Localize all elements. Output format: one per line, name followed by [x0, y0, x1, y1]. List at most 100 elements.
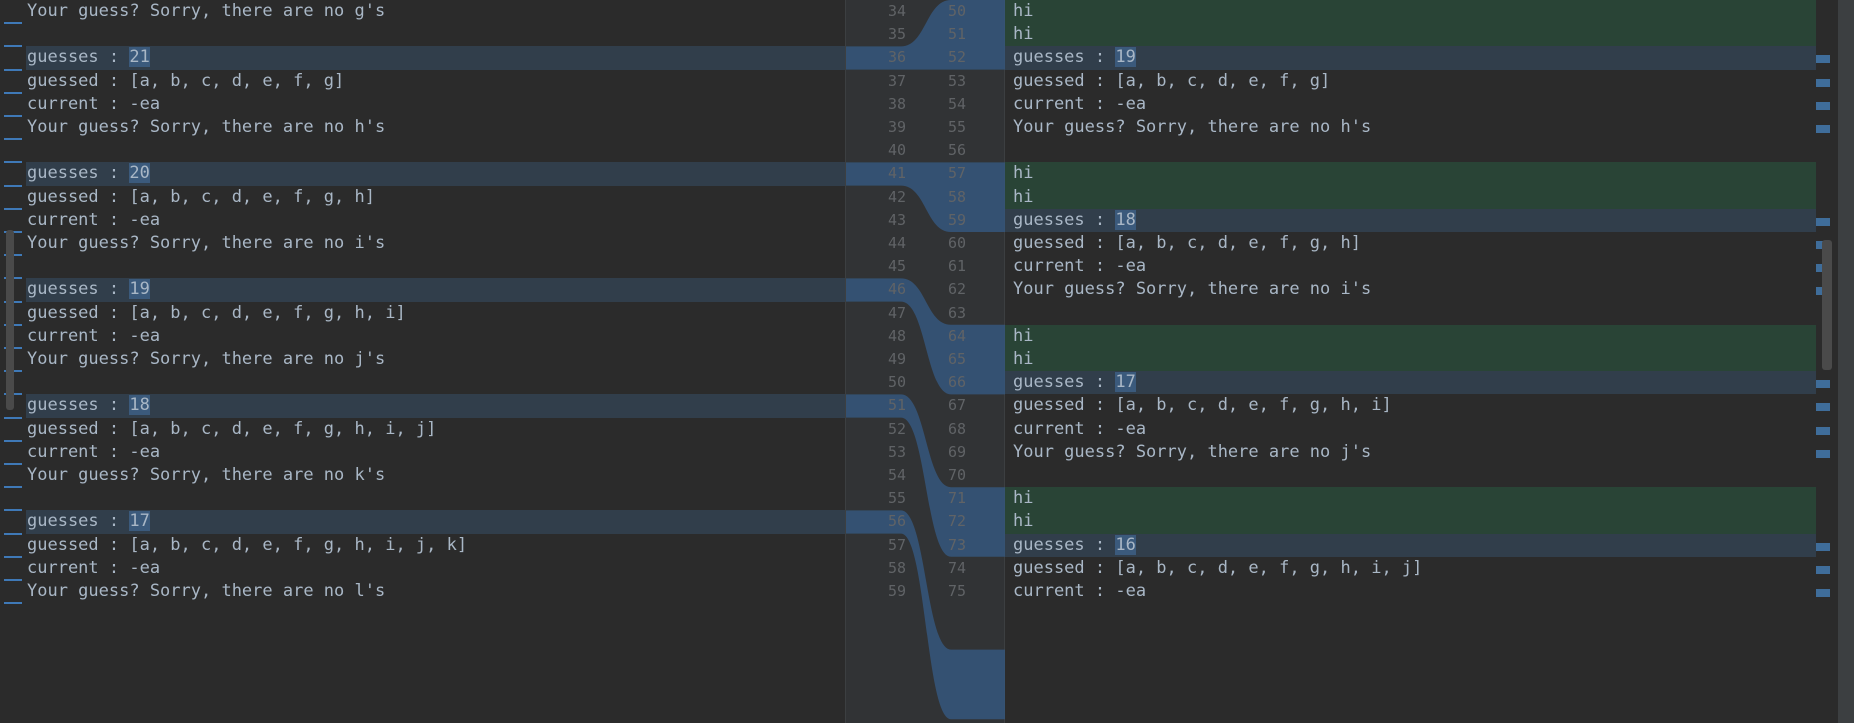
right-code-line[interactable]: guesses : 17	[1005, 371, 1816, 395]
line-text: Your guess? Sorry, there are no j's	[1013, 441, 1372, 462]
left-code-line[interactable]: guesses : 18	[26, 394, 845, 418]
left-line-number: 56	[887, 512, 906, 531]
right-code-line[interactable]: guessed : [a, b, c, d, e, f, g]	[1005, 70, 1816, 93]
left-editor-pane[interactable]: Your guess? Sorry, there are no g's guess…	[0, 0, 845, 723]
left-code-line[interactable]	[26, 487, 845, 510]
line-text: guesses :	[1013, 47, 1116, 68]
left-code-line[interactable]	[26, 23, 845, 46]
left-code-line[interactable]: guessed : [a, b, c, d, e, f, g]	[26, 70, 845, 93]
left-code-line[interactable]: current : -ea	[26, 441, 845, 464]
left-code-line[interactable]: Your guess? Sorry, there are no j's	[26, 348, 845, 371]
right-code-line[interactable]: guessed : [a, b, c, d, e, f, g, h, i, j]	[1005, 557, 1816, 580]
left-code-line[interactable]: current : -ea	[26, 209, 845, 232]
right-editor-pane[interactable]: hi hi guesses : 19 guessed : [a, b, c, d, e…	[1005, 0, 1816, 723]
left-code-line[interactable]: guessed : [a, b, c, d, e, f, g, h, i, j]	[26, 418, 845, 441]
right-code-lines[interactable]: hi hi guesses : 19 guessed : [a, b, c, d, e…	[1005, 0, 1816, 723]
line-text: guessed : [a, b, c, d, e, f, g, h, i, j]	[27, 418, 437, 439]
left-line-number: 35	[887, 25, 906, 44]
line-text: Your guess? Sorry, there are no l's	[27, 581, 386, 601]
right-code-line[interactable]: guessed : [a, b, c, d, e, f, g, h, i]	[1005, 394, 1816, 417]
left-code-line[interactable]: Your guess? Sorry, there are no l's	[26, 580, 845, 603]
right-code-line[interactable]	[1005, 302, 1816, 325]
right-line-number: 53	[947, 71, 966, 90]
left-code-line[interactable]: Your guess? Sorry, there are no k's	[26, 464, 845, 487]
changed-value: 19	[129, 279, 150, 300]
change-marker	[1816, 217, 1830, 226]
change-marker	[4, 161, 22, 164]
change-marker	[1816, 426, 1830, 435]
left-code-line[interactable]: guesses : 21	[26, 46, 845, 70]
line-text	[1005, 465, 1013, 485]
left-code-line[interactable]: guessed : [a, b, c, d, e, f, g, h]	[26, 186, 845, 209]
left-code-line[interactable]: current : -ea	[26, 93, 845, 116]
right-code-line[interactable]: hi	[1005, 0, 1816, 24]
left-line-number: 41	[887, 164, 906, 183]
change-marker	[1816, 589, 1830, 597]
right-code-line[interactable]: Your guess? Sorry, there are no j's	[1005, 441, 1816, 464]
change-marker	[1816, 125, 1830, 133]
left-code-line[interactable]: guesses : 19	[26, 278, 845, 302]
change-marker	[4, 509, 22, 512]
line-text: hi	[1013, 1, 1034, 21]
right-line-number: 52	[947, 48, 966, 67]
left-code-line[interactable]: current : -ea	[26, 325, 845, 348]
left-code-line[interactable]	[26, 371, 845, 394]
right-code-line[interactable]: current : -ea	[1005, 255, 1816, 278]
right-code-line[interactable]: hi	[1005, 348, 1816, 372]
left-code-line[interactable]: Your guess? Sorry, there are no h's	[26, 116, 845, 139]
right-code-line[interactable]: current : -ea	[1005, 418, 1816, 441]
changed-value: 18	[129, 395, 150, 416]
change-marker	[4, 45, 22, 48]
right-line-number: 69	[947, 442, 966, 461]
left-scrollbar-thumb[interactable]	[6, 230, 14, 410]
left-code-line[interactable]: guesses : 20	[26, 162, 845, 186]
right-code-line[interactable]: current : -ea	[1005, 580, 1816, 603]
left-line-number: 36	[887, 48, 906, 67]
right-code-line[interactable]: Your guess? Sorry, there are no h's	[1005, 116, 1816, 139]
change-marker	[4, 555, 22, 558]
line-text	[26, 140, 27, 160]
change-marker	[1816, 55, 1830, 64]
line-text: guesses :	[1013, 534, 1116, 555]
right-code-line[interactable]	[1005, 139, 1816, 162]
right-scrollbar-thumb[interactable]	[1822, 240, 1832, 370]
right-code-line[interactable]	[1005, 464, 1816, 487]
right-line-number: 61	[947, 257, 966, 276]
right-code-line[interactable]: current : -ea	[1005, 93, 1816, 116]
change-marker	[4, 115, 22, 117]
right-code-line[interactable]: hi	[1005, 185, 1816, 209]
line-text	[26, 488, 27, 508]
line-text: guessed : [a, b, c, d, e, f, g, h, i]	[1013, 395, 1392, 416]
left-code-line[interactable]: current : -ea	[26, 557, 845, 580]
left-code-line[interactable]	[26, 139, 845, 162]
left-code-line[interactable]: guessed : [a, b, c, d, e, f, g, h, i]	[26, 302, 845, 325]
right-code-line[interactable]: Your guess? Sorry, there are no i's	[1005, 278, 1816, 301]
right-code-line[interactable]: guesses : 19	[1005, 46, 1816, 70]
line-text: guessed : [a, b, c, d, e, f, g]	[1013, 70, 1331, 91]
right-code-line[interactable]: guessed : [a, b, c, d, e, f, g, h]	[1005, 232, 1816, 255]
left-line-number: 39	[887, 118, 906, 136]
right-code-line[interactable]: guesses : 18	[1005, 208, 1816, 232]
right-code-line[interactable]: hi	[1005, 23, 1816, 47]
left-code-line[interactable]: Your guess? Sorry, there are no i's	[26, 232, 845, 255]
right-line-number: 73	[947, 535, 966, 554]
line-text: hi	[1013, 488, 1034, 509]
right-code-line[interactable]: hi	[1005, 162, 1816, 186]
left-code-line[interactable]: Your guess? Sorry, there are no g's	[26, 0, 845, 23]
left-line-number: 51	[887, 396, 906, 415]
right-code-line[interactable]: hi	[1005, 324, 1816, 348]
left-code-line[interactable]	[26, 255, 845, 278]
left-line-number: 48	[887, 326, 906, 345]
right-code-line[interactable]: hi	[1005, 487, 1816, 511]
line-text: guesses :	[1013, 372, 1116, 393]
left-code-lines[interactable]: Your guess? Sorry, there are no g's guess…	[26, 0, 845, 723]
change-marker	[1816, 380, 1830, 389]
right-line-number: 57	[947, 164, 966, 183]
right-line-number: 56	[947, 141, 966, 160]
right-code-line[interactable]: guesses : 16	[1005, 533, 1816, 557]
right-code-line[interactable]: hi	[1005, 510, 1816, 534]
change-marker	[4, 184, 22, 187]
left-code-line[interactable]: guessed : [a, b, c, d, e, f, g, h, i, j,…	[26, 534, 845, 557]
change-marker	[4, 91, 22, 94]
left-code-line[interactable]: guesses : 17	[26, 510, 845, 534]
